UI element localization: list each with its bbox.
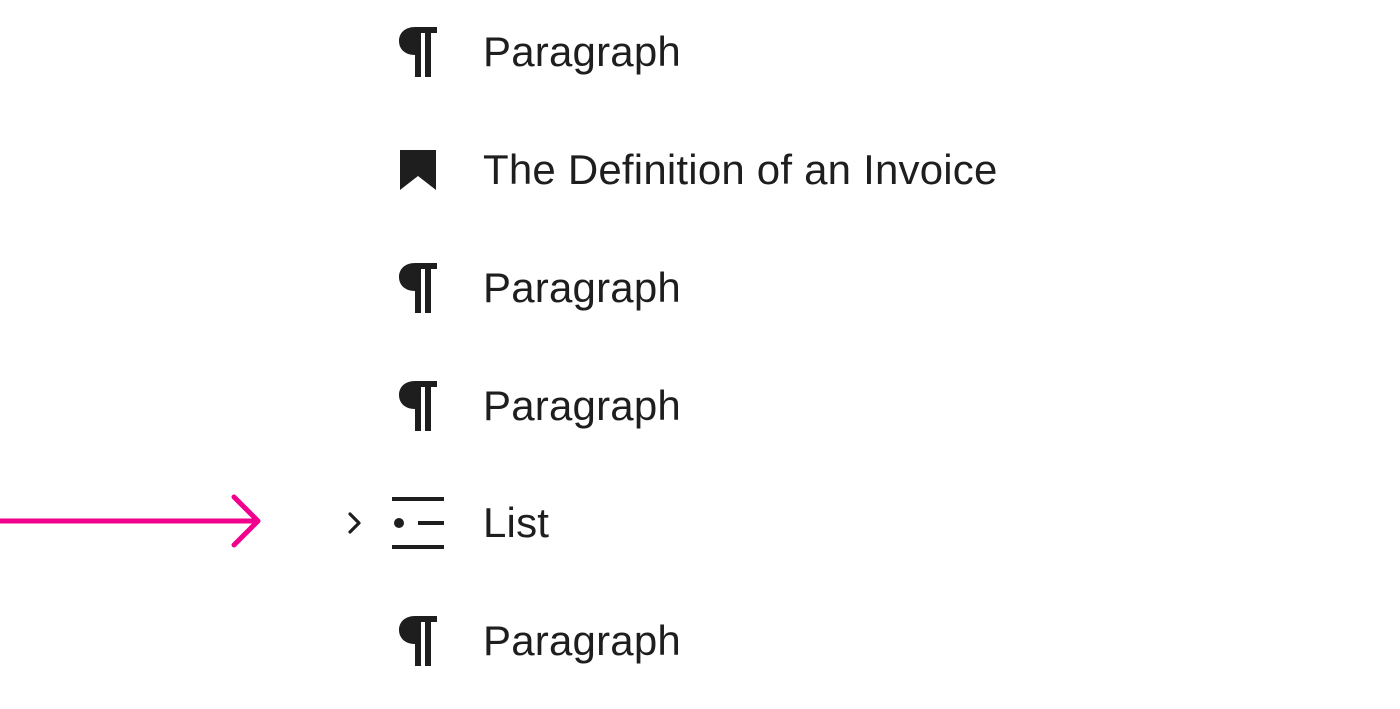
chevron-right-icon [345,510,365,536]
expander-placeholder [320,258,390,318]
list-item-label: List [483,502,549,544]
expander-placeholder [320,22,390,82]
list-icon [390,493,446,553]
list-item-paragraph-1[interactable]: Paragraph [320,0,1220,111]
arrow-right-icon [0,493,270,549]
list-item-label: The Definition of an Invoice [483,149,998,191]
list-item-label: Paragraph [483,385,681,427]
list-item-paragraph-4[interactable]: Paragraph [320,582,1220,700]
expander-placeholder [320,376,390,436]
block-list-view: Paragraph The Definition of an Invoice P… [0,0,1400,709]
paragraph-icon [390,22,446,82]
list-item-heading[interactable]: The Definition of an Invoice [320,111,1220,229]
expand-toggle-button[interactable] [320,493,390,553]
list-item-paragraph-3[interactable]: Paragraph [320,347,1220,465]
bookmark-icon [390,140,446,200]
expander-placeholder [320,140,390,200]
paragraph-icon [390,376,446,436]
paragraph-icon [390,258,446,318]
list-item-paragraph-2[interactable]: Paragraph [320,229,1220,347]
list-item-list[interactable]: List [320,464,1220,582]
list-item-label: Paragraph [483,620,681,662]
paragraph-icon [390,611,446,671]
list-item-label: Paragraph [483,31,681,73]
list-item-label: Paragraph [483,267,681,309]
expander-placeholder [320,611,390,671]
